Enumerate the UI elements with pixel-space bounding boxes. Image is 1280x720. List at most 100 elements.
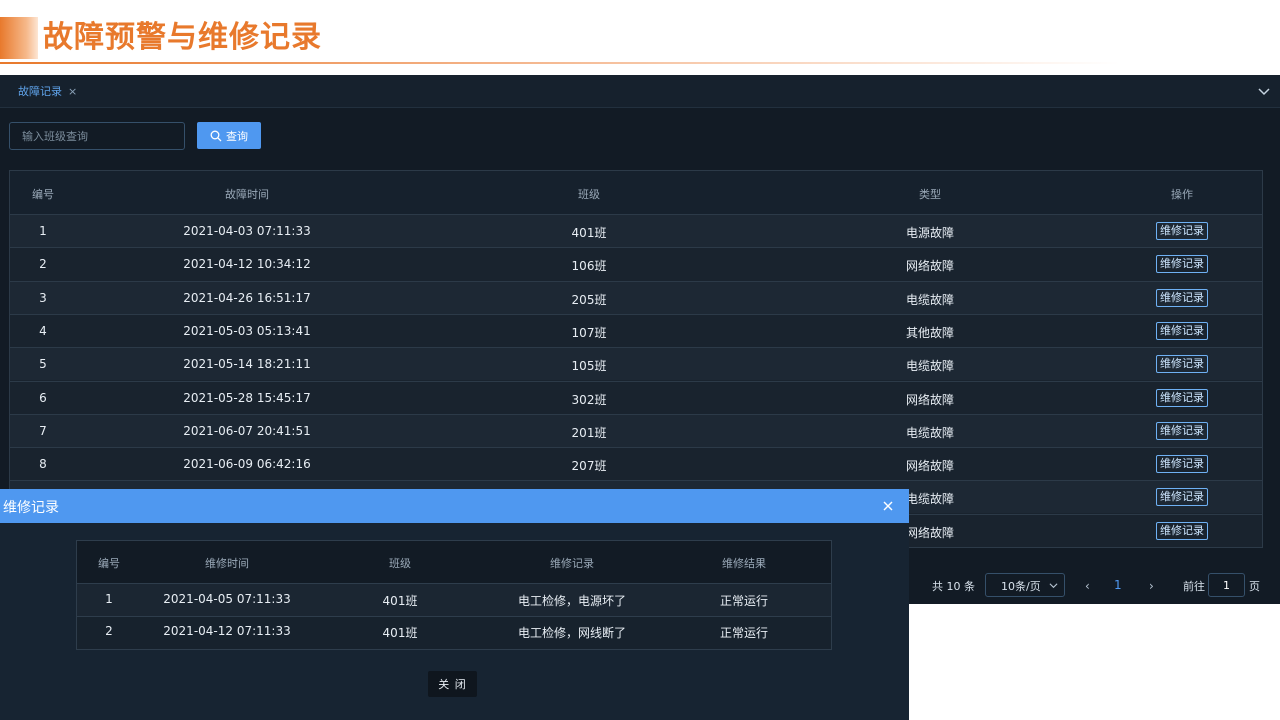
cell-class: 207班: [571, 459, 607, 474]
repair-header-record: 维修记录: [550, 557, 594, 570]
table-row: 6 2021-05-28 15:45:17 302班 网络故障 维修记录: [10, 380, 1262, 414]
tab-bar: 故障记录 ×: [0, 75, 1280, 108]
cell-fault-time: 2021-04-12 10:34:12: [183, 257, 311, 272]
table-row: 7 2021-06-07 20:41:51 201班 电缆故障 维修记录: [10, 413, 1262, 447]
next-page-button[interactable]: ›: [1149, 579, 1154, 593]
repair-record-button[interactable]: 维修记录: [1156, 222, 1208, 240]
cell-fault-time: 2021-05-28 15:45:17: [183, 390, 311, 405]
cell-fault-time: 2021-05-14 18:21:11: [183, 357, 311, 372]
repair-cell-id: 2: [105, 624, 113, 638]
repair-record-button[interactable]: 维修记录: [1156, 321, 1208, 340]
cell-class: 201班: [571, 425, 607, 440]
table-row: 8 2021-06-09 06:42:16 207班 网络故障 维修记录: [10, 447, 1262, 481]
repair-record-button[interactable]: 维修记录: [1156, 421, 1208, 440]
repair-header-id: 编号: [98, 557, 120, 570]
repair-record-button[interactable]: 维修记录: [1156, 388, 1208, 407]
cell-fault-time: 2021-06-07 20:41:51: [183, 423, 311, 438]
repair-table-row: 2 2021-04-12 07:11:33 401班 电工检修，网线断了 正常运…: [77, 616, 831, 649]
goto-label: 前往: [1183, 580, 1205, 593]
repair-cell-class: 401班: [382, 594, 418, 608]
header-type: 类型: [919, 188, 941, 201]
repair-cell-result: 正常运行: [719, 626, 769, 640]
chevron-down-icon[interactable]: [1258, 85, 1270, 97]
header-actions: 操作: [1171, 188, 1193, 201]
repair-cell-class: 401班: [382, 626, 418, 640]
goto-page-input[interactable]: [1208, 573, 1245, 597]
repair-cell-time: 2021-04-12 07:11:33: [163, 624, 291, 638]
table-row: 1 2021-04-03 07:11:33 401班 电源故障 维修记录: [10, 214, 1262, 247]
slide-header: 故障预警与维修记录: [0, 0, 1280, 75]
cell-class: 302班: [571, 392, 607, 407]
table-header: 编号 故障时间 班级 类型 操作: [10, 171, 1262, 214]
repair-cell-id: 1: [105, 592, 113, 606]
header-id: 编号: [32, 188, 54, 201]
repair-table-row: 1 2021-04-05 07:11:33 401班 电工检修，电源坏了 正常运…: [77, 583, 831, 616]
repair-cell-record: 电工检修，网线断了: [517, 626, 627, 640]
search-icon: [210, 130, 222, 141]
cell-class: 107班: [571, 325, 607, 340]
cell-type: 电缆故障: [905, 425, 955, 440]
repair-record-button[interactable]: 维修记录: [1156, 288, 1208, 307]
cell-type: 电缆故障: [905, 492, 955, 507]
cell-type: 网络故障: [905, 525, 955, 540]
tab-label: 故障记录: [18, 85, 62, 98]
cell-id: 8: [39, 457, 47, 472]
title-underline: [0, 62, 1120, 64]
cell-fault-time: 2021-06-09 06:42:16: [183, 457, 311, 472]
modal-title: 维修记录: [3, 500, 59, 516]
repair-header-class: 班级: [389, 557, 411, 570]
cell-fault-time: 2021-05-03 05:13:41: [183, 323, 311, 338]
cell-type: 其他故障: [905, 325, 955, 340]
cell-class: 106班: [571, 259, 607, 274]
prev-page-button[interactable]: ‹: [1085, 579, 1090, 593]
total-count: 共 10 条: [932, 580, 975, 593]
cell-id: 7: [39, 423, 47, 438]
repair-header-result: 维修结果: [722, 557, 766, 570]
cell-class: 401班: [571, 226, 607, 240]
modal-header: 维修记录: [0, 489, 909, 523]
cell-class: 105班: [571, 359, 607, 374]
repair-record-button[interactable]: 维修记录: [1156, 255, 1208, 274]
page-size-select[interactable]: 10条/页: [985, 573, 1065, 597]
cell-class: 205班: [571, 292, 607, 307]
class-search-input[interactable]: [9, 122, 185, 150]
header-fault-time: 故障时间: [225, 188, 269, 201]
repair-record-button[interactable]: 维修记录: [1156, 455, 1208, 474]
table-row: 4 2021-05-03 05:13:41 107班 其他故障 维修记录: [10, 313, 1262, 347]
tab-close-icon[interactable]: ×: [68, 85, 77, 98]
cell-type: 网络故障: [905, 459, 955, 474]
repair-cell-record: 电工检修，电源坏了: [517, 594, 627, 608]
cell-id: 5: [39, 357, 47, 372]
page-number-current[interactable]: 1: [1114, 578, 1122, 592]
table-row: 5 2021-05-14 18:21:11 105班 电缆故障 维修记录: [10, 347, 1262, 381]
repair-record-button[interactable]: 维修记录: [1156, 488, 1208, 507]
repair-table: 编号 维修时间 班级 维修记录 维修结果 1 2021-04-05 07:11:…: [76, 540, 832, 650]
cell-type: 网络故障: [905, 392, 955, 407]
cell-fault-time: 2021-04-03 07:11:33: [183, 224, 311, 238]
repair-cell-time: 2021-04-05 07:11:33: [163, 592, 291, 606]
search-button-label: 查询: [226, 129, 248, 143]
cell-type: 电源故障: [905, 226, 955, 240]
search-button[interactable]: 查询: [197, 122, 261, 149]
cell-type: 网络故障: [905, 259, 955, 274]
cell-id: 2: [39, 257, 47, 272]
cell-id: 6: [39, 390, 47, 405]
table-row: 3 2021-04-26 16:51:17 205班 电缆故障 维修记录: [10, 280, 1262, 314]
close-icon[interactable]: [881, 499, 895, 513]
slide-title: 故障预警与维修记录: [43, 20, 322, 55]
cell-id: 4: [39, 323, 47, 338]
repair-cell-result: 正常运行: [719, 594, 769, 608]
repair-record-button[interactable]: 维修记录: [1156, 521, 1208, 540]
page-size-value: 10条/页: [1001, 580, 1041, 593]
tab-fault-record[interactable]: 故障记录 ×: [18, 83, 77, 99]
header-class: 班级: [578, 188, 600, 201]
cell-type: 电缆故障: [905, 292, 955, 307]
repair-table-header: 编号 维修时间 班级 维修记录 维修结果: [77, 541, 831, 583]
repair-record-button[interactable]: 维修记录: [1156, 355, 1208, 374]
modal-close-button[interactable]: 关 闭: [428, 671, 477, 697]
cell-id: 3: [39, 290, 47, 305]
cell-fault-time: 2021-04-26 16:51:17: [183, 290, 311, 305]
title-accent-block: [0, 17, 38, 59]
cell-type: 电缆故障: [905, 359, 955, 374]
table-row: 2 2021-04-12 10:34:12 106班 网络故障 维修记录: [10, 247, 1262, 281]
